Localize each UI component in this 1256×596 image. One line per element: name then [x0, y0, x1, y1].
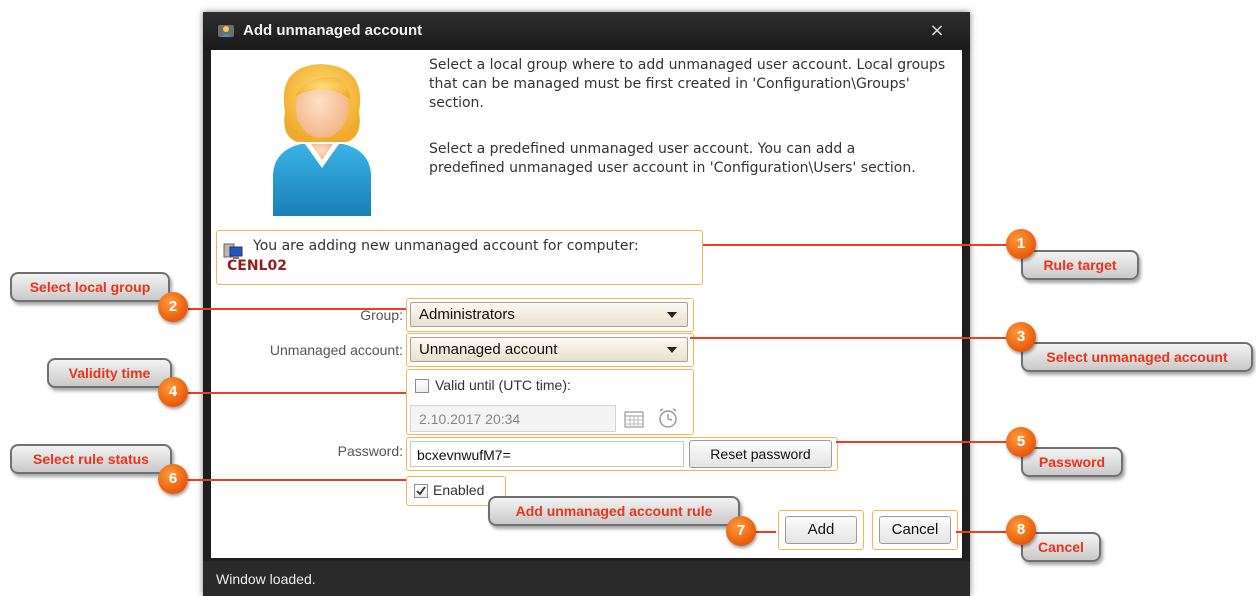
user-app-icon	[218, 25, 234, 37]
valid-until-value: 2.10.2017 20:34	[419, 411, 521, 427]
cancel-highlight: Cancel	[872, 510, 958, 550]
unmanaged-account-select[interactable]: Unmanaged account	[410, 337, 688, 362]
target-computer-name: CENL02	[227, 258, 287, 274]
group-highlight: Administrators	[406, 298, 694, 332]
callout-number-2: 2	[158, 292, 188, 322]
valid-until-input[interactable]: 2.10.2017 20:34	[410, 405, 616, 432]
checkmark-icon	[416, 486, 426, 496]
validity-box: Valid until (UTC time): 2.10.2017 20:34	[406, 369, 694, 435]
callout-rule-target: Rule target	[1021, 250, 1139, 280]
enabled-label: Enabled	[433, 482, 485, 498]
window-title: Add unmanaged account	[243, 22, 423, 39]
callout-number-1: 1	[1006, 229, 1036, 259]
dialog-content: Select a local group where to add unmana…	[211, 50, 962, 558]
callout-number-4: 4	[158, 377, 188, 407]
password-value: bcxevnwufM7=	[417, 447, 511, 463]
group-select[interactable]: Administrators	[410, 302, 688, 327]
enabled-checkbox[interactable]	[414, 484, 428, 498]
user-avatar-icon	[273, 64, 371, 216]
password-input[interactable]: bcxevnwufM7=	[410, 441, 684, 467]
status-text: Window loaded.	[216, 571, 316, 587]
callout-line-8	[956, 531, 1008, 533]
unmanaged-account-label: Unmanaged account:	[269, 342, 403, 358]
account-select-value: Unmanaged account	[419, 341, 558, 358]
callout-number-5: 5	[1006, 427, 1036, 457]
reset-password-button[interactable]: Reset password	[689, 440, 832, 468]
callout-add-unmanaged-account-rule: Add unmanaged account rule	[488, 496, 740, 526]
callout-line-1	[703, 244, 1021, 246]
add-highlight: Add	[778, 510, 864, 550]
account-description: Select a predefined unmanaged user accou…	[429, 141, 916, 176]
target-message: You are adding new unmanaged account for…	[253, 238, 639, 254]
group-description: Select a local group where to add unmana…	[429, 57, 946, 111]
chevron-down-icon	[667, 312, 677, 318]
callout-line-3	[690, 337, 1010, 339]
valid-until-checkbox[interactable]	[415, 379, 429, 393]
calendar-icon[interactable]	[624, 410, 644, 428]
account-highlight: Unmanaged account	[406, 333, 694, 367]
clock-icon[interactable]	[657, 407, 679, 429]
valid-until-label: Valid until (UTC time):	[435, 377, 571, 393]
password-label: Password:	[337, 443, 403, 459]
callout-number-6: 6	[158, 464, 188, 494]
callout-select-local-group: Select local group	[10, 272, 170, 302]
callout-number-8: 8	[1006, 515, 1036, 545]
callout-line-5	[836, 441, 1011, 443]
callout-line-4	[188, 392, 406, 394]
chevron-down-icon	[667, 347, 677, 353]
callout-number-3: 3	[1006, 322, 1036, 352]
callout-select-unmanaged-account: Select unmanaged account	[1021, 342, 1253, 372]
rule-target-box: You are adding new unmanaged account for…	[216, 230, 703, 285]
add-button[interactable]: Add	[785, 516, 857, 544]
cancel-button[interactable]: Cancel	[879, 516, 951, 544]
callout-number-7: 7	[726, 516, 756, 546]
callout-line-7	[754, 531, 776, 533]
callout-validity-time: Validity time	[47, 358, 172, 388]
title-bar[interactable]: Add unmanaged account ×	[203, 12, 970, 50]
status-bar: Window loaded.	[203, 561, 970, 596]
password-box: bcxevnwufM7= Reset password	[406, 437, 838, 471]
callout-line-6	[188, 479, 406, 481]
callout-password: Password	[1021, 447, 1123, 477]
callout-line-2	[188, 308, 406, 310]
group-select-value: Administrators	[419, 306, 515, 323]
callout-select-rule-status: Select rule status	[10, 444, 172, 474]
close-button[interactable]: ×	[925, 20, 949, 42]
